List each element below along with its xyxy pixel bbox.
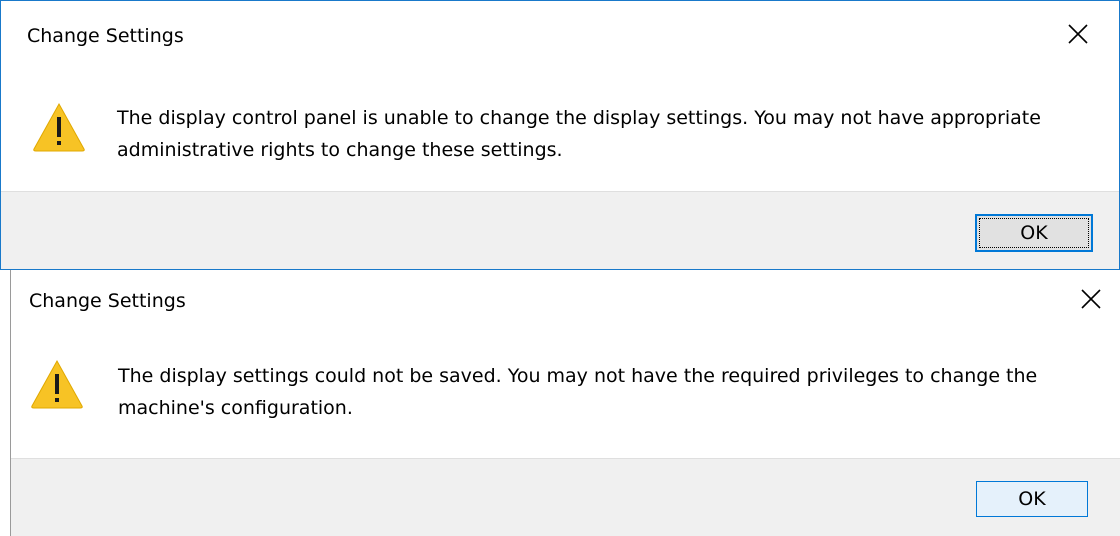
title-bar: Change Settings <box>1 1 1119 81</box>
close-button[interactable] <box>1076 284 1106 314</box>
close-button[interactable] <box>1063 19 1093 49</box>
title-bar: Change Settings <box>11 270 1120 350</box>
dialog-footer: OK <box>1 191 1119 269</box>
close-icon <box>1068 24 1088 44</box>
dialog-footer: OK <box>11 458 1120 536</box>
ok-button[interactable]: OK <box>976 481 1088 517</box>
close-icon <box>1081 289 1101 309</box>
change-settings-dialog-1: Change Settings The display control pane… <box>0 0 1120 270</box>
warning-icon <box>29 358 85 410</box>
dialog-title: Change Settings <box>27 25 184 47</box>
change-settings-dialog-2: Change Settings The display settings cou… <box>10 270 1120 536</box>
dialog-message: The display settings could not be saved.… <box>118 365 1038 419</box>
warning-icon <box>31 101 87 153</box>
dialog-message: The display control panel is unable to c… <box>117 107 1041 161</box>
dialog-title: Change Settings <box>29 290 186 312</box>
ok-button[interactable]: OK <box>975 214 1093 252</box>
